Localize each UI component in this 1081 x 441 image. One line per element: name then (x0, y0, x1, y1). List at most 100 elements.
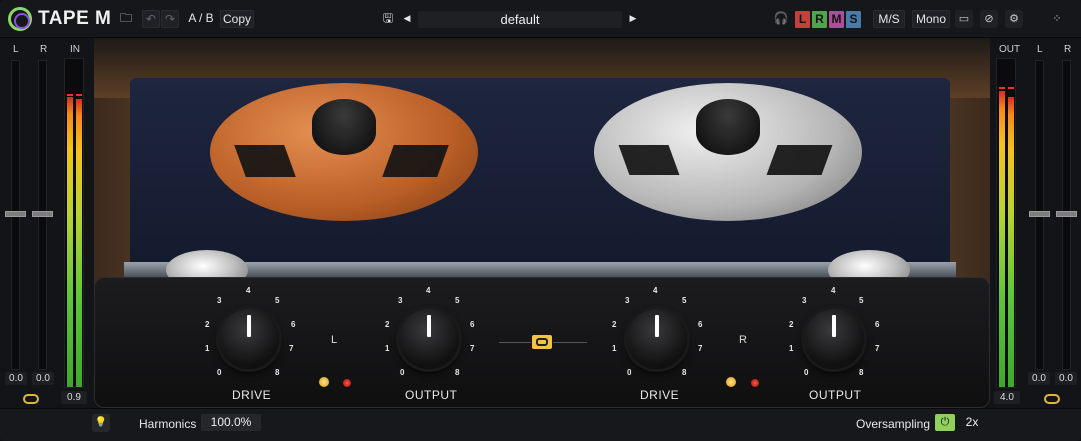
tick: 8 (682, 368, 687, 377)
right-amber-led (726, 377, 736, 387)
knob-pointer (832, 315, 836, 337)
solo-m-button[interactable]: M (829, 11, 844, 28)
input-fader-l-thumb[interactable] (5, 211, 26, 217)
input-fader-r[interactable] (32, 60, 53, 370)
solo-r-button[interactable]: R (812, 11, 827, 28)
output-fader-l-value[interactable]: 0.0 (1028, 372, 1050, 385)
input-gain-value[interactable]: 0.9 (61, 391, 87, 404)
plugin-title: TAPE M (38, 8, 112, 29)
output-meter-panel: OUT L R 0.0 0.0 4.0 (990, 38, 1081, 410)
output-fader-r[interactable] (1056, 60, 1077, 370)
tick: 5 (275, 296, 280, 305)
right-output-knob[interactable] (804, 309, 864, 369)
solo-s-button[interactable]: S (846, 11, 861, 28)
output-peak-l (999, 87, 1005, 89)
output-link-icon[interactable] (1044, 394, 1060, 404)
left-output-knob[interactable] (399, 309, 459, 369)
logo-icon (8, 7, 32, 31)
ms-button[interactable]: M/S (873, 10, 905, 28)
save-icon[interactable]: 🖫 (380, 10, 396, 28)
knob-pointer (655, 315, 659, 337)
input-level-meter (64, 58, 84, 388)
output-fader-r-label: R (1064, 44, 1072, 55)
right-drive-knob[interactable] (627, 309, 687, 369)
plugin-window: TAPE M 🗀 ↶ ↷ A / B Copy 🖫 ◀ default ▶ 🎧 … (0, 0, 1081, 441)
tick: 1 (205, 344, 210, 353)
input-fader-l-value[interactable]: 0.0 (5, 372, 27, 385)
output-fader-l[interactable] (1029, 60, 1050, 370)
tick: 6 (698, 320, 703, 329)
ab-compare-button[interactable]: A / B (186, 10, 216, 28)
tick: 8 (275, 368, 280, 377)
left-output-label: OUTPUT (405, 388, 458, 402)
output-level-bar-l (999, 91, 1005, 387)
output-gain-value[interactable]: 4.0 (994, 391, 1020, 404)
tick: 4 (246, 286, 251, 295)
preset-next-icon[interactable]: ▶ (626, 10, 640, 28)
tick: 6 (470, 320, 475, 329)
tick: 0 (804, 368, 809, 377)
tick: 2 (789, 320, 794, 329)
lightbulb-icon[interactable]: 💡 (92, 414, 110, 432)
left-reel-hub (312, 99, 376, 155)
tick: 7 (289, 344, 294, 353)
input-level-bar-l (67, 97, 73, 387)
right-red-led (751, 379, 759, 387)
input-fader-r-thumb[interactable] (32, 211, 53, 217)
knob-pointer (247, 315, 251, 337)
tick: 2 (385, 320, 390, 329)
tick: 5 (455, 296, 460, 305)
input-peak-l (67, 94, 73, 96)
menu-dots-icon[interactable]: ⁘ (1048, 10, 1066, 28)
window-icon[interactable]: ▭ (955, 10, 973, 28)
solo-l-button[interactable]: L (795, 11, 810, 28)
undo-icon[interactable]: ↶ (142, 10, 160, 28)
input-fader-l-label: L (13, 44, 19, 55)
tick: 7 (470, 344, 475, 353)
top-toolbar: TAPE M 🗀 ↶ ↷ A / B Copy 🖫 ◀ default ▶ 🎧 … (0, 0, 1081, 38)
oversampling-power-icon[interactable]: ⏻ (935, 414, 955, 431)
harmonics-label: Harmonics (139, 417, 197, 431)
tick: 2 (205, 320, 210, 329)
output-fader-r-value[interactable]: 0.0 (1055, 372, 1077, 385)
right-reel-hub (696, 99, 760, 155)
tick: 1 (612, 344, 617, 353)
headphones-icon[interactable]: 🎧 (773, 10, 789, 28)
oversampling-label: Oversampling (856, 417, 931, 431)
preset-prev-icon[interactable]: ◀ (400, 10, 414, 28)
input-fader-l[interactable] (5, 60, 26, 370)
oversampling-value[interactable]: 2x (958, 414, 986, 431)
right-output-label: OUTPUT (809, 388, 862, 402)
preset-name-display[interactable]: default (418, 11, 622, 28)
input-fader-r-value[interactable]: 0.0 (32, 372, 54, 385)
redo-icon[interactable]: ↷ (161, 10, 179, 28)
left-red-led (343, 379, 351, 387)
folder-icon[interactable]: 🗀 (118, 10, 134, 28)
harmonics-value-field[interactable]: 100.0% (201, 414, 261, 431)
output-fader-l-thumb[interactable] (1029, 211, 1050, 217)
tick: 0 (217, 368, 222, 377)
tick: 5 (859, 296, 864, 305)
tick: 0 (627, 368, 632, 377)
output-meter-label: OUT (999, 44, 1021, 55)
output-fader-r-thumb[interactable] (1056, 211, 1077, 217)
output-level-meter (996, 58, 1016, 388)
control-panel: 0 1 2 3 4 5 6 7 8 DRIVE L 0 1 2 3 4 5 6 … (94, 277, 990, 408)
left-amber-led (319, 377, 329, 387)
settings-icon[interactable]: ⚙ (1005, 10, 1023, 28)
copy-button[interactable]: Copy (220, 10, 254, 28)
right-reel-image (594, 83, 862, 221)
knob-pointer (427, 315, 431, 337)
stereo-link-button[interactable] (532, 335, 552, 349)
bypass-icon[interactable]: ⊘ (980, 10, 998, 28)
tick: 6 (291, 320, 296, 329)
tick: 3 (625, 296, 630, 305)
left-drive-label: DRIVE (232, 388, 272, 402)
tick: 3 (217, 296, 222, 305)
input-link-icon[interactable] (23, 394, 39, 404)
bottom-bar: 💡 Harmonics 100.0% Oversampling ⏻ 2x (0, 408, 1081, 441)
left-drive-knob[interactable] (219, 309, 279, 369)
tick: 4 (426, 286, 431, 295)
mono-button[interactable]: Mono (912, 10, 950, 28)
tick: 1 (385, 344, 390, 353)
